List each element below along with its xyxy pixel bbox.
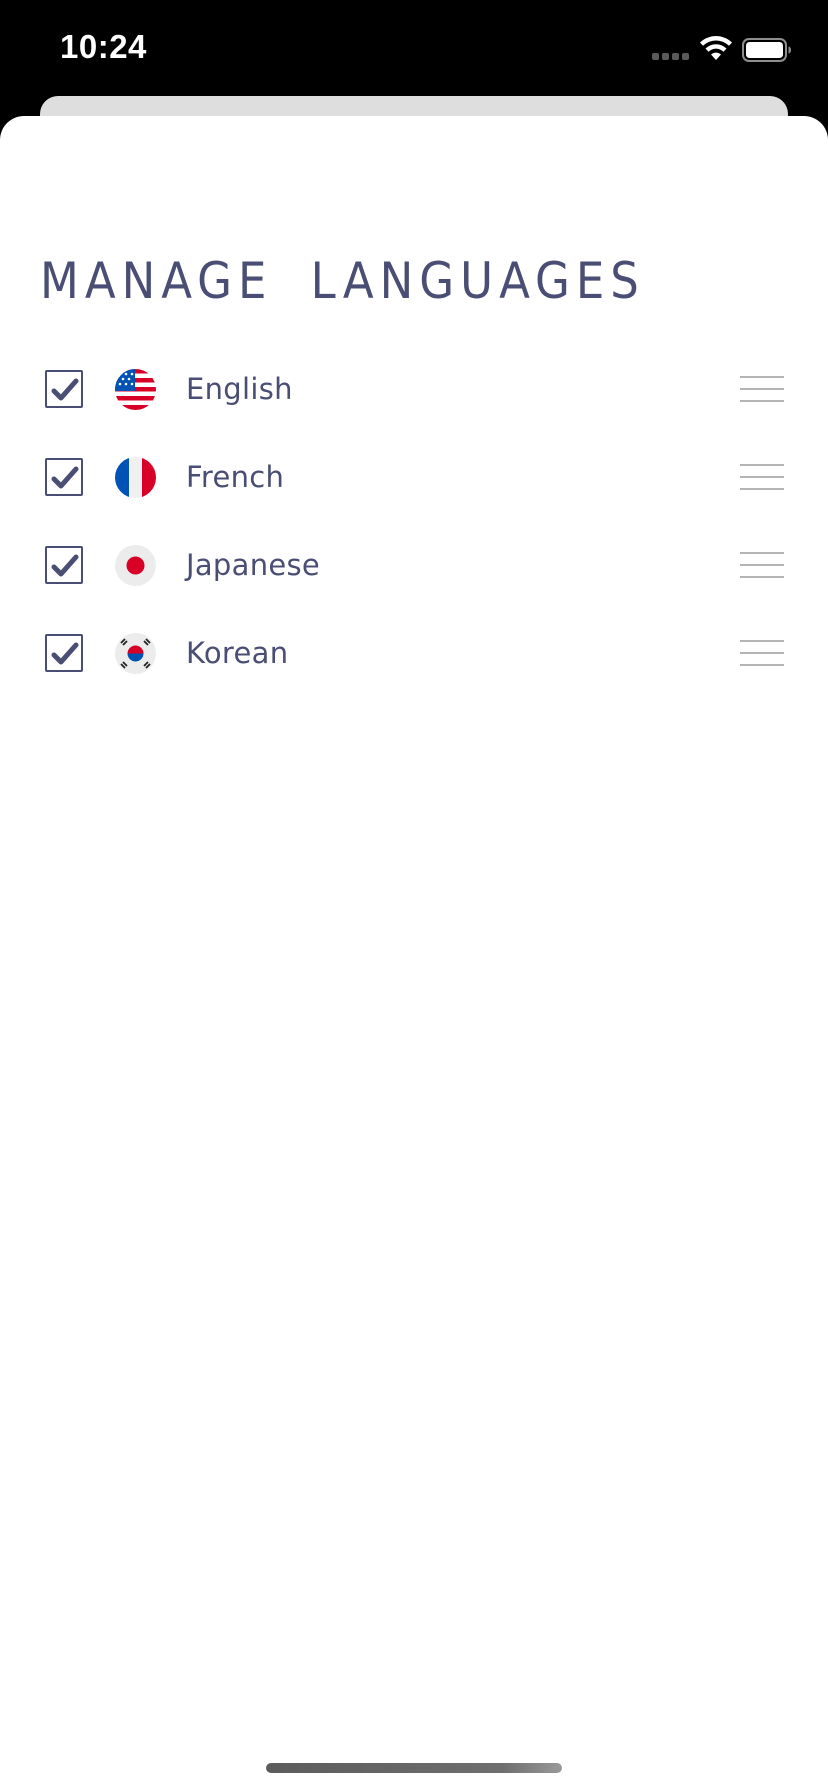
language-label: Japanese — [186, 548, 321, 582]
language-label: Korean — [186, 636, 289, 670]
checkmark-icon — [51, 378, 79, 401]
manage-languages-sheet: MANAGE LANGUAGES English French Japanese… — [0, 116, 828, 1792]
france-flag-icon — [115, 457, 156, 498]
battery-icon — [742, 38, 792, 62]
checkmark-icon — [51, 642, 79, 665]
french-checkbox[interactable] — [45, 458, 83, 496]
app-screen: 10:24 MANAGE LANGUAGES English French Ja… — [0, 0, 828, 1792]
us-flag-icon — [115, 369, 156, 410]
drag-handle-icon[interactable] — [740, 552, 784, 578]
list-item-korean: Korean — [0, 610, 828, 698]
wifi-icon — [698, 34, 734, 62]
language-label: English — [186, 372, 293, 406]
list-item-english: English — [0, 346, 828, 434]
japan-flag-icon — [115, 545, 156, 586]
checkmark-icon — [51, 466, 79, 489]
cellular-signal-icon — [652, 53, 692, 61]
language-list: English French Japanese Korean — [0, 346, 828, 698]
status-bar: 10:24 — [0, 0, 828, 96]
korean-checkbox[interactable] — [45, 634, 83, 672]
page-title: MANAGE LANGUAGES — [40, 252, 645, 310]
language-label: French — [186, 460, 285, 494]
english-checkbox[interactable] — [45, 370, 83, 408]
status-time: 10:24 — [60, 28, 147, 65]
drag-handle-icon[interactable] — [740, 640, 784, 666]
checkmark-icon — [51, 554, 79, 577]
japanese-checkbox[interactable] — [45, 546, 83, 584]
list-item-french: French — [0, 434, 828, 522]
drag-handle-icon[interactable] — [740, 376, 784, 402]
page-title-text: MANAGE LANGUAGES — [40, 252, 645, 310]
list-item-japanese: Japanese — [0, 522, 828, 610]
drag-handle-icon[interactable] — [740, 464, 784, 490]
korea-flag-icon — [115, 633, 156, 674]
home-indicator[interactable] — [266, 1763, 562, 1773]
